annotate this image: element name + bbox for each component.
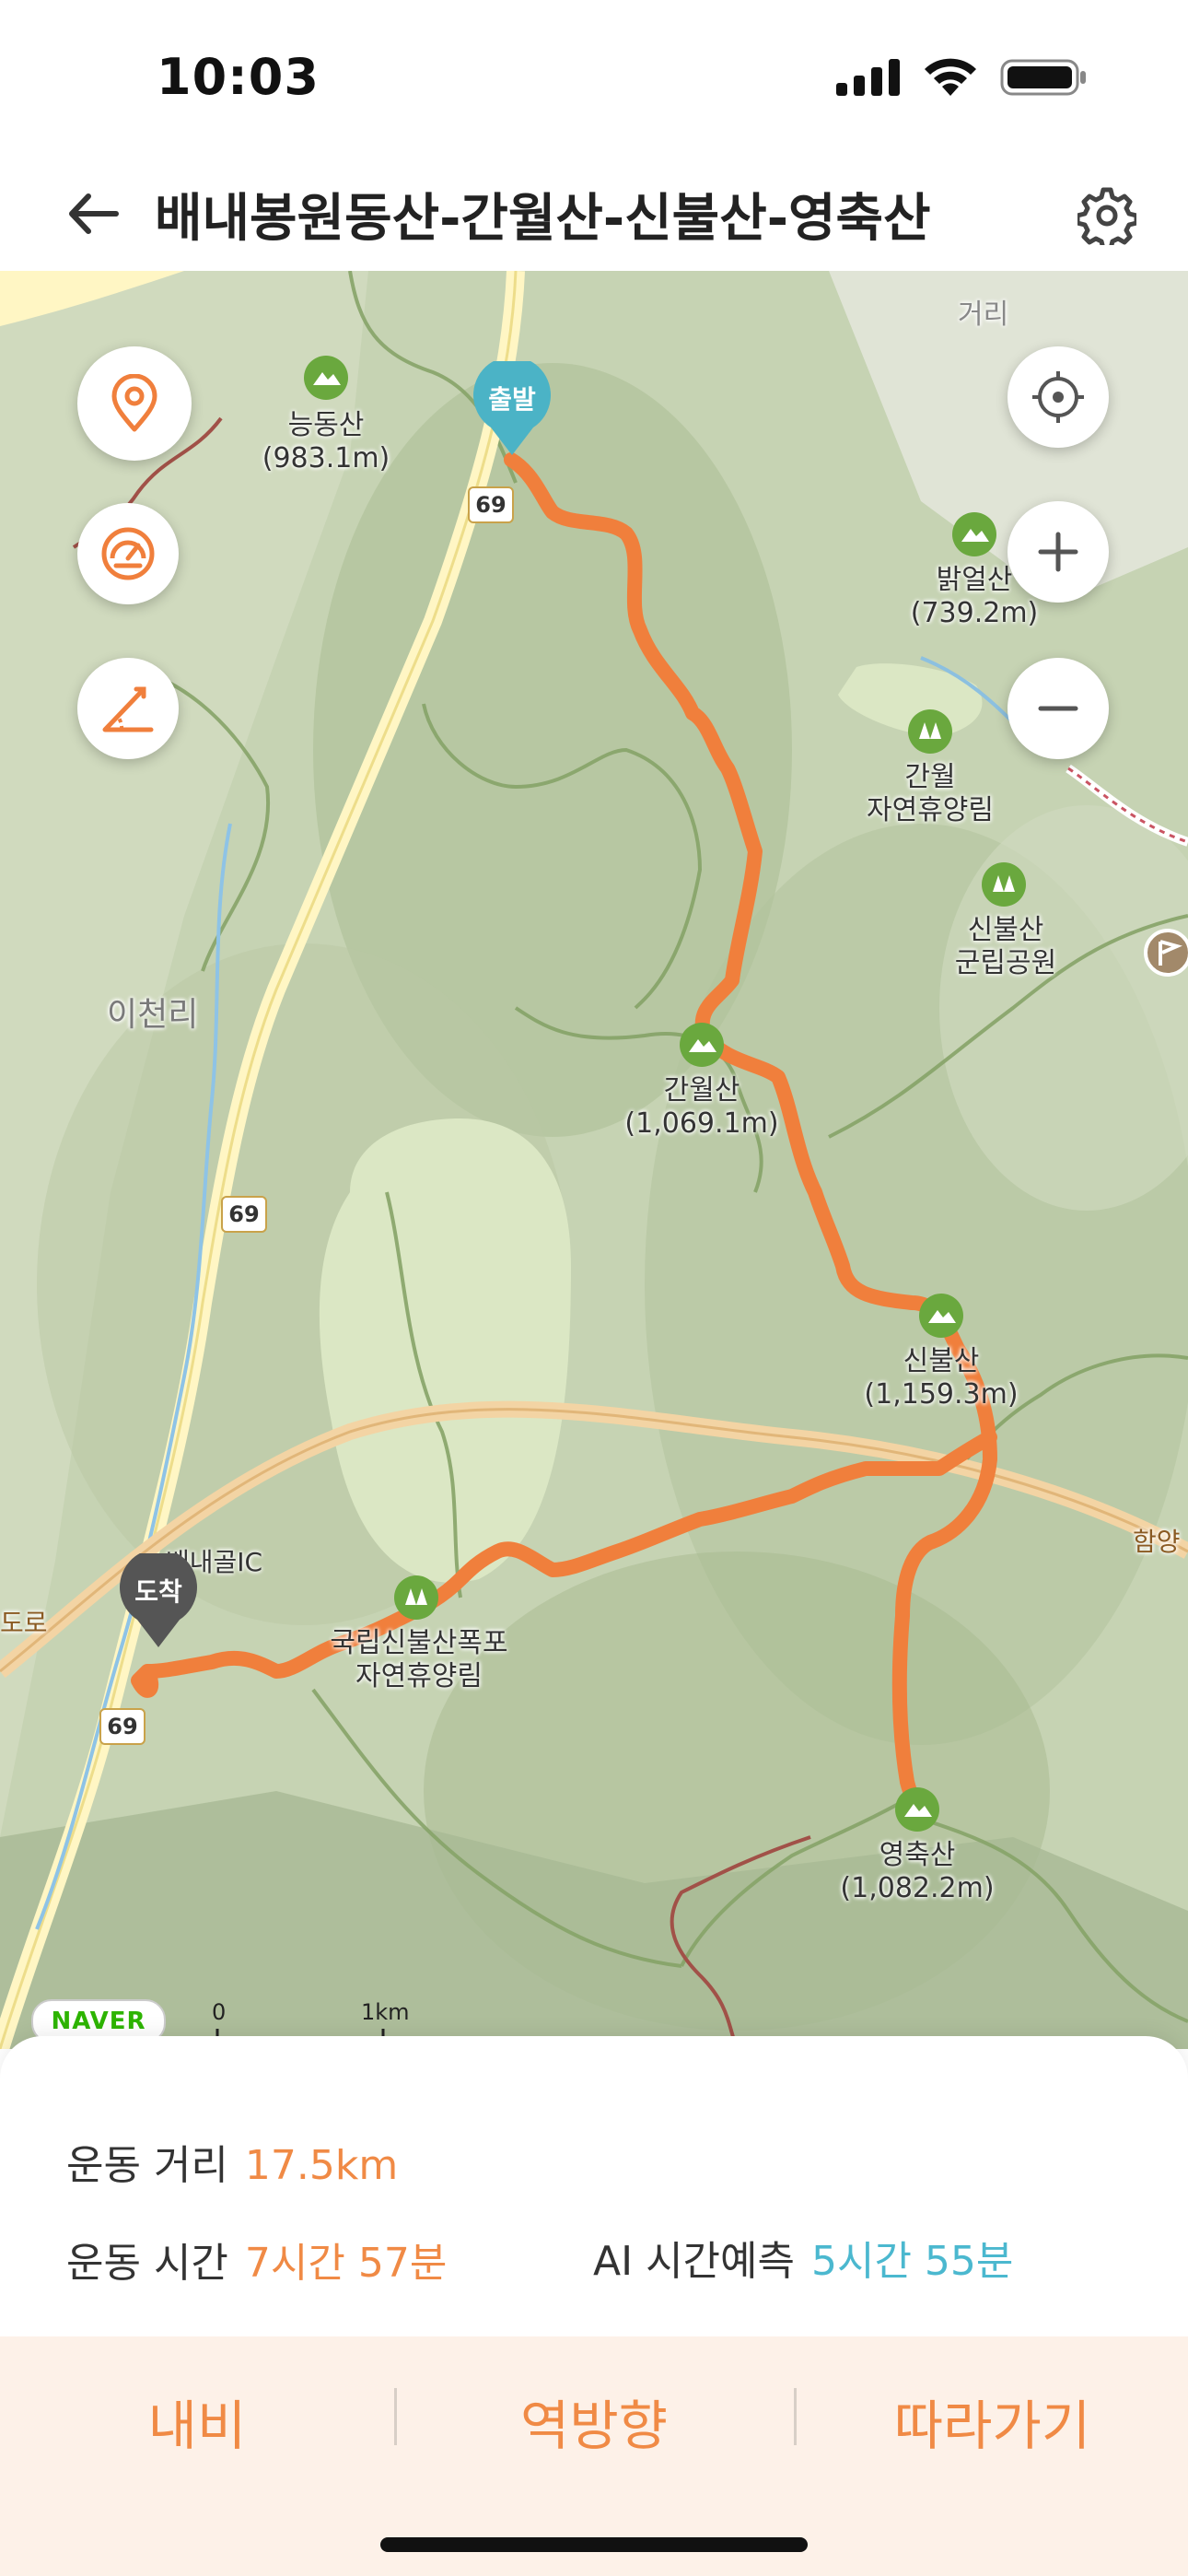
scale-min: 0: [212, 1999, 227, 2025]
peak-height: (739.2m): [910, 597, 1039, 629]
status-bar: 10:03: [0, 0, 1188, 157]
map-pin-icon: [111, 374, 157, 432]
peak-height: 자연휴양림: [355, 1660, 483, 1692]
time-label: 운동 시간: [66, 2240, 228, 2287]
wifi-icon: [925, 58, 976, 96]
peak-name: 능동산: [287, 409, 365, 441]
ai-row: AI 시간예측 5시간 55분: [593, 2228, 1013, 2287]
recenter-button[interactable]: [1007, 346, 1109, 448]
header: 배내봉원동산-간월산-신불산-영축산: [0, 157, 1188, 271]
location-button[interactable]: [77, 346, 192, 461]
peak-label: 간월산 (1,069.1m): [619, 1074, 785, 1141]
road-west-label: 도로: [0, 1608, 48, 1638]
follow-button[interactable]: 따라가기: [797, 2375, 1188, 2467]
arrow-left-icon: [69, 193, 119, 234]
route-info-panel: 운동 거리 17.5km 운동 시간 7시간 57분 AI 시간예측 5시간 55분: [0, 2036, 1188, 2336]
time-value: 7시간 57분: [244, 2240, 448, 2287]
gear-icon: [1077, 187, 1136, 245]
battery-icon: [1000, 59, 1086, 96]
cellular-signal-icon: [836, 59, 900, 96]
scale-max: 1km: [361, 1999, 410, 2025]
back-button[interactable]: [57, 179, 127, 249]
zoom-in-button[interactable]: [1007, 501, 1109, 603]
map-scale: 0 1km: [212, 1999, 410, 2040]
minus-icon: [1038, 706, 1078, 711]
navi-button[interactable]: 내비: [0, 2375, 394, 2467]
route-shield-top: 69: [468, 486, 514, 523]
route-shield-bottom: 69: [99, 1708, 146, 1745]
plus-icon: [1038, 532, 1078, 572]
peak-label: 영축산 (1,082.2m): [834, 1839, 1000, 1905]
peak-label: 국립신불산폭포 자연휴양림: [313, 1627, 525, 1693]
zoom-out-button[interactable]: [1007, 658, 1109, 759]
peak-height: (983.1m): [262, 442, 390, 474]
distance-row: 운동 거리 17.5km: [66, 2132, 398, 2191]
peak-name: 국립신불산폭포: [330, 1627, 508, 1659]
peak-height: (1,082.2m): [840, 1872, 995, 1904]
peak-name: 영축산: [879, 1839, 956, 1871]
slope-icon: [102, 686, 154, 732]
distance-value: 17.5km: [244, 2142, 399, 2189]
ai-label: AI 시간예측: [593, 2238, 795, 2285]
page-title: 배내봉원동산-간월산-신불산-영축산: [155, 189, 931, 249]
time-row: 운동 시간 7시간 57분: [66, 2230, 447, 2289]
route-shield-middle: 69: [221, 1196, 267, 1233]
village-label: 이천리: [107, 996, 199, 1034]
distance-label: 운동 거리: [66, 2142, 228, 2189]
speedometer-icon: [101, 527, 155, 580]
reverse-button[interactable]: 역방향: [397, 2375, 791, 2467]
home-indicator[interactable]: [380, 2537, 808, 2552]
map-view[interactable]: 거리 이천리 배내골IC 함양 도로 69 69 69 능동산 (983.1m) …: [0, 271, 1188, 2049]
peak-label: 신불산 (1,159.3m): [858, 1345, 1024, 1411]
peak-name: 간월: [904, 761, 956, 793]
crosshair-icon: [1032, 371, 1084, 423]
status-time: 10:03: [157, 48, 320, 106]
elevation-button[interactable]: [77, 658, 179, 759]
peak-name: 신불산: [967, 914, 1044, 946]
end-pin[interactable]: 도착: [117, 1553, 200, 1649]
peak-height: (1,159.3m): [864, 1378, 1019, 1411]
peak-label: 능동산 (983.1m): [252, 409, 400, 475]
status-icons: [836, 57, 1087, 98]
peak-height: 군립공원: [954, 947, 1057, 979]
start-pin-label: 출발: [488, 384, 536, 415]
road-east-label: 함양: [1133, 1527, 1181, 1557]
peak-name: 간월산: [663, 1074, 740, 1107]
end-pin-label: 도착: [134, 1576, 182, 1607]
speed-button[interactable]: [77, 503, 179, 604]
start-pin[interactable]: 출발: [471, 361, 553, 457]
ai-value: 5시간 55분: [810, 2238, 1014, 2285]
peak-label: 간월 자연휴양림: [847, 761, 1013, 827]
peak-name: 신불산: [903, 1345, 980, 1377]
settings-button[interactable]: [1068, 177, 1146, 254]
distance-hint-label: 거리: [958, 299, 1009, 331]
peak-label: 신불산 군립공원: [923, 914, 1089, 980]
peak-height: 자연휴양림: [867, 794, 994, 826]
peak-height: (1,069.1m): [624, 1107, 779, 1140]
